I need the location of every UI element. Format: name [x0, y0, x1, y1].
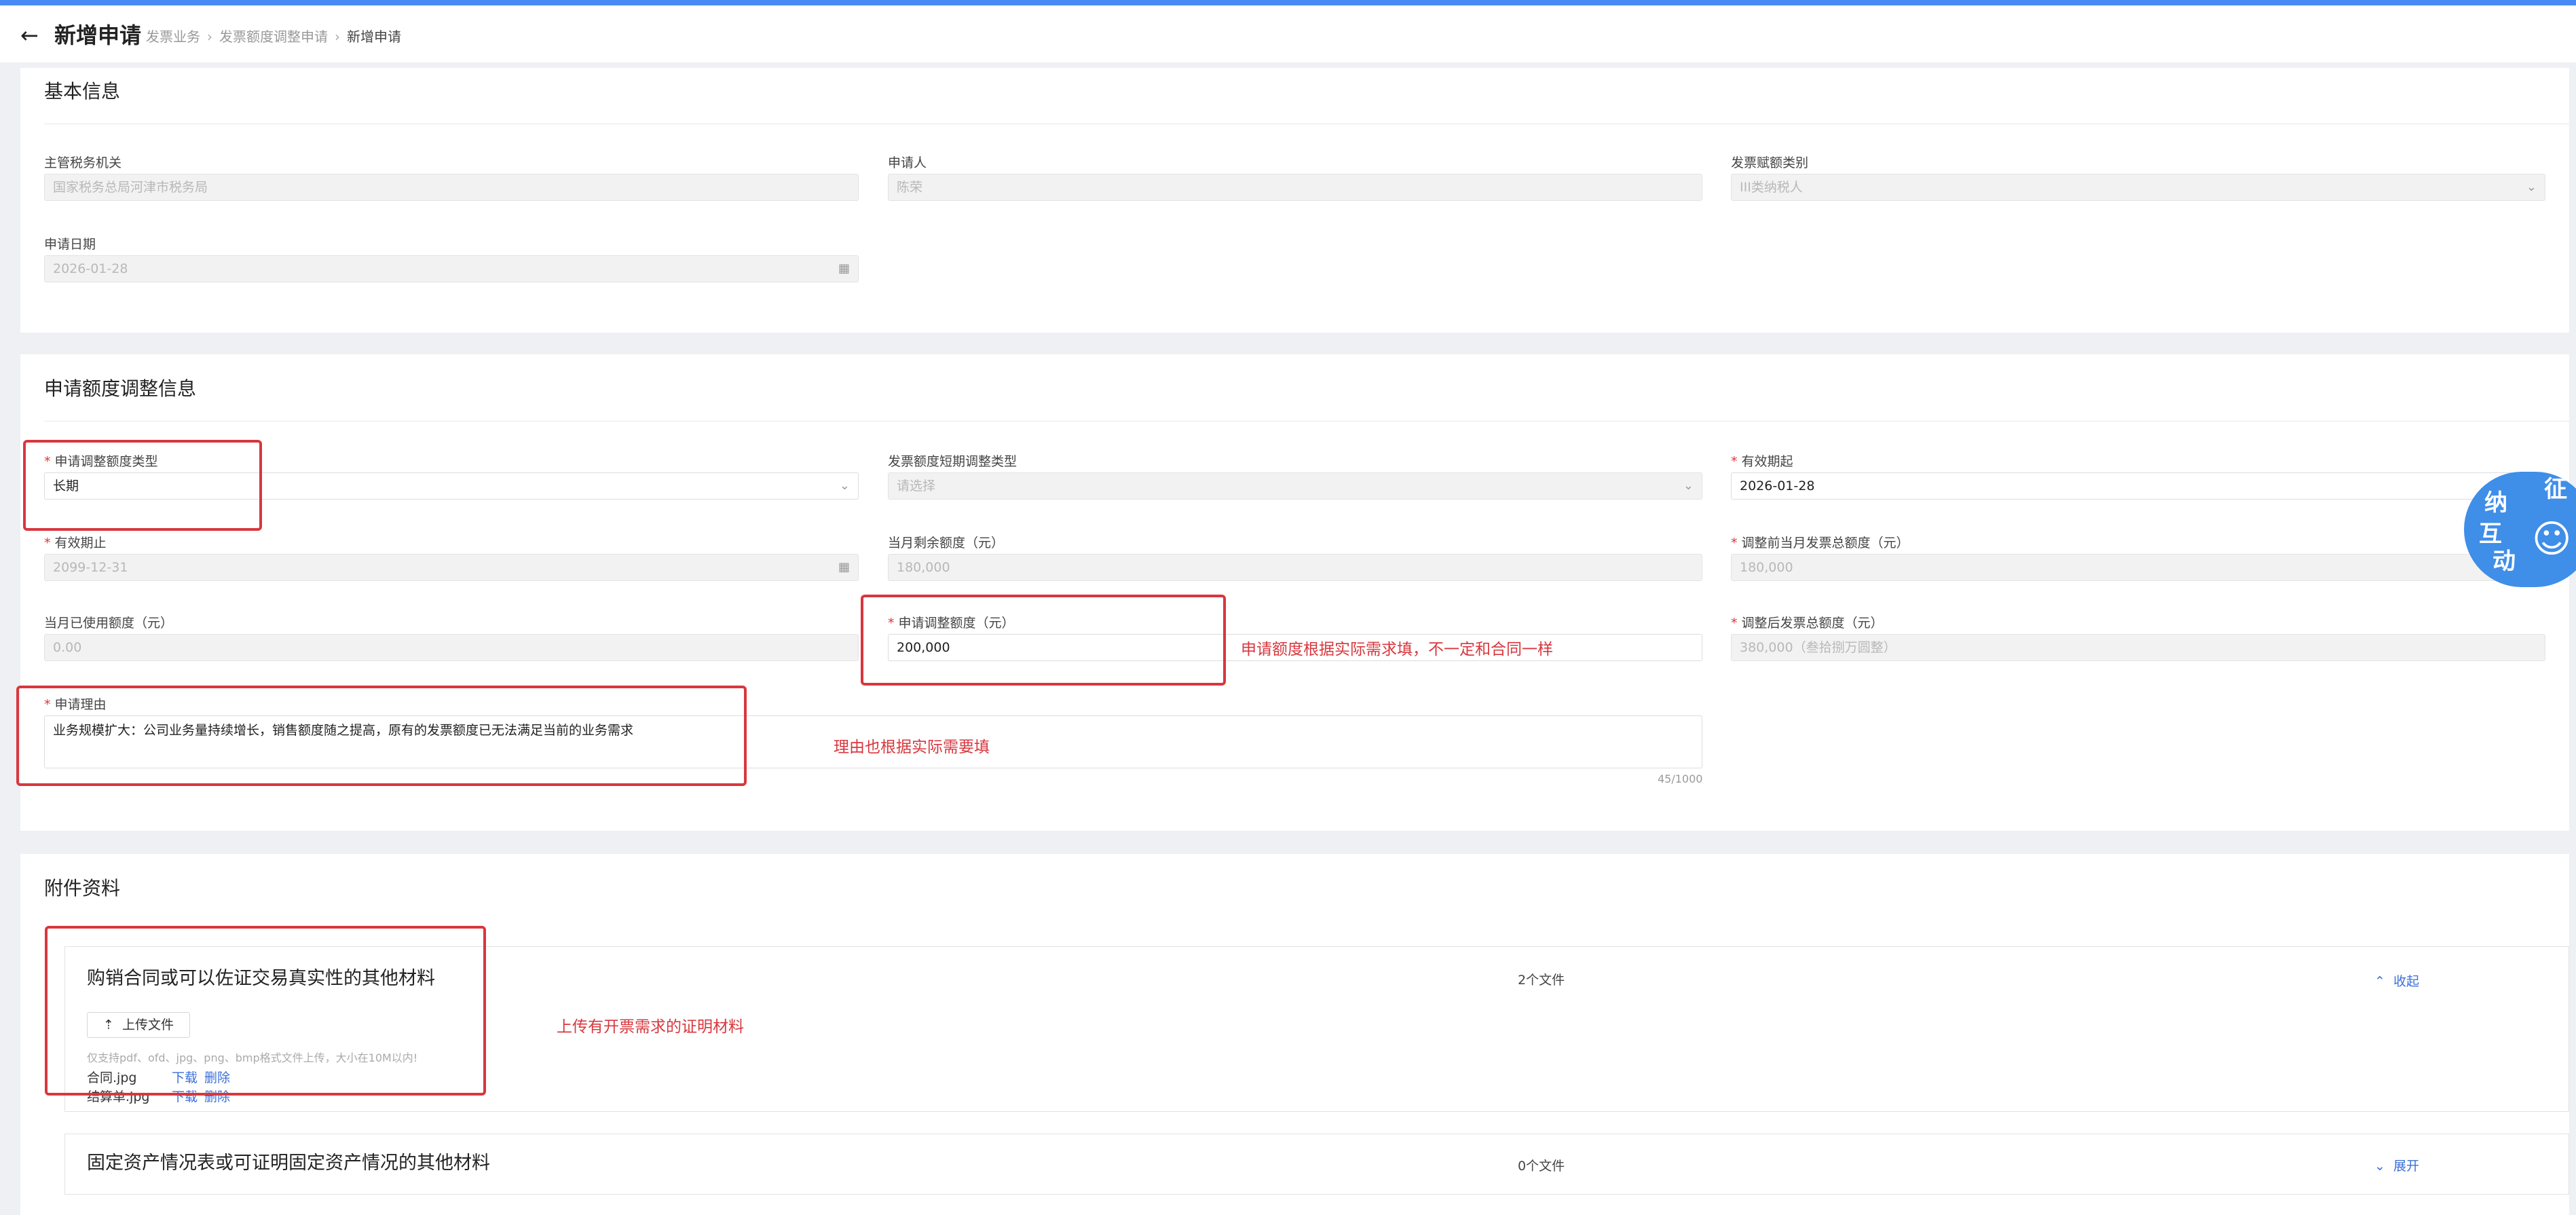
valid-to-field: * 有效期止 2099-12-31 ▦ — [44, 535, 859, 581]
calendar-icon: ▦ — [838, 261, 850, 276]
field-label: 当月剩余额度（元） — [888, 536, 1005, 550]
chevron-down-icon: ⌄ — [2374, 1159, 2385, 1174]
top-accent-bar — [0, 0, 2576, 5]
mascot-icon: ☺ — [2532, 517, 2572, 561]
chevron-right-icon: › — [207, 29, 212, 45]
arrow-left-icon[interactable]: ← — [20, 23, 39, 48]
annotation-upload-note: 上传有开票需求的证明材料 — [557, 1018, 744, 1036]
field-label: 发票额度短期调整类型 — [888, 454, 1018, 469]
valid-to-input: 2099-12-31 ▦ — [44, 554, 859, 581]
invoice-category-select: III类纳税人 ⌄ — [1731, 174, 2545, 201]
chevron-down-icon: ⌄ — [2526, 180, 2537, 194]
badge-char: 动 — [2493, 548, 2516, 575]
section-title-attachments: 附件资料 — [44, 877, 121, 899]
month-remaining-field: 当月剩余额度（元） 180,000 — [888, 535, 1702, 581]
annotation-amount-note: 申请额度根据实际需求填，不一定和合同一样 — [1241, 641, 1553, 658]
field-label: * 有效期起 — [1731, 454, 1793, 469]
field-label: 当月已使用额度（元） — [44, 616, 174, 631]
reason-char-count: 45/1000 — [1658, 772, 1703, 785]
annotation-box-upload — [45, 926, 486, 1096]
short-term-type-field: 发票额度短期调整类型 请选择 ⌄ — [888, 453, 1702, 500]
attachment-group-fixed-assets: 固定资产情况表或可证明固定资产情况的其他材料 0个文件 ⌄ 展开 — [64, 1134, 2569, 1195]
breadcrumb-item-invoice-business[interactable]: 发票业务 — [146, 29, 200, 45]
divider — [44, 421, 2569, 422]
tax-authority-field: 主管税务机关 国家税务总局河津市税务局 — [44, 155, 859, 201]
annotation-box-adjust-type — [23, 440, 262, 531]
collapse-toggle[interactable]: ⌃ 收起 — [2374, 971, 2419, 990]
field-label: * 调整前当月发票总额度（元） — [1731, 536, 1909, 550]
badge-char: 互 — [2479, 521, 2502, 548]
before-total-input: 180,000 — [1731, 554, 2545, 581]
expand-toggle[interactable]: ⌄ 展开 — [2374, 1156, 2419, 1174]
chevron-right-icon: › — [335, 29, 340, 45]
basic-info-card: 基本信息 主管税务机关 国家税务总局河津市税务局 申请人 陈荣 发票赋额类别 I… — [20, 68, 2569, 333]
assistant-badge[interactable]: 征 纳 互 动 ☺ — [2464, 472, 2576, 587]
chevron-up-icon: ⌃ — [2374, 974, 2385, 989]
page-title: 新增申请 — [54, 22, 142, 48]
field-label: 申请日期 — [44, 237, 96, 252]
annotation-reason-note: 理由也根据实际需要填 — [834, 739, 990, 756]
field-label: * 调整后发票总额度（元） — [1731, 616, 1884, 631]
field-label: * 有效期止 — [44, 536, 107, 550]
attachment-group-title: 固定资产情况表或可证明固定资产情况的其他材料 — [87, 1153, 490, 1174]
applicant-field: 申请人 陈荣 — [888, 155, 1702, 201]
annotation-box-reason — [16, 686, 747, 786]
after-total-field: * 调整后发票总额度（元） 380,000（叁拾捌万圆整） — [1731, 615, 2545, 661]
file-count: 0个文件 — [1518, 1159, 1565, 1174]
month-used-input: 0.00 — [44, 634, 859, 661]
chevron-down-icon: ⌄ — [839, 479, 850, 493]
badge-char: 征 — [2544, 476, 2567, 503]
field-label: 发票赋额类别 — [1731, 155, 1809, 170]
breadcrumb-item-quota-adjust[interactable]: 发票额度调整申请 — [219, 29, 328, 45]
applicant-input: 陈荣 — [888, 174, 1702, 201]
badge-char: 纳 — [2484, 489, 2507, 517]
after-total-input: 380,000（叁拾捌万圆整） — [1731, 634, 2545, 661]
section-title-basic: 基本信息 — [44, 80, 121, 102]
section-title-adjust: 申请额度调整信息 — [44, 377, 197, 400]
field-label: 主管税务机关 — [44, 155, 122, 170]
invoice-category-field: 发票赋额类别 III类纳税人 ⌄ — [1731, 155, 2545, 201]
month-remaining-input: 180,000 — [888, 554, 1702, 581]
chevron-down-icon: ⌄ — [1683, 479, 1694, 493]
valid-from-field: * 有效期起 2026-01-28 — [1731, 453, 2545, 500]
month-used-field: 当月已使用额度（元） 0.00 — [44, 615, 859, 661]
before-total-field: * 调整前当月发票总额度（元） 180,000 — [1731, 535, 2545, 581]
apply-date-field: 申请日期 2026-01-28 ▦ — [44, 236, 859, 282]
file-count: 2个文件 — [1518, 973, 1565, 988]
tax-authority-input: 国家税务总局河津市税务局 — [44, 174, 859, 201]
breadcrumb: 发票业务 › 发票额度调整申请 › 新增申请 — [146, 27, 401, 46]
field-label: 申请人 — [888, 155, 927, 170]
short-term-type-select: 请选择 ⌄ — [888, 472, 1702, 500]
calendar-icon: ▦ — [838, 560, 850, 574]
breadcrumb-item-current: 新增申请 — [347, 29, 401, 45]
page-header: ← 新增申请 发票业务 › 发票额度调整申请 › 新增申请 — [0, 5, 2576, 62]
valid-from-input[interactable]: 2026-01-28 — [1731, 472, 2545, 500]
annotation-box-adjust-amount — [861, 595, 1226, 686]
apply-date-input: 2026-01-28 ▦ — [44, 255, 859, 282]
